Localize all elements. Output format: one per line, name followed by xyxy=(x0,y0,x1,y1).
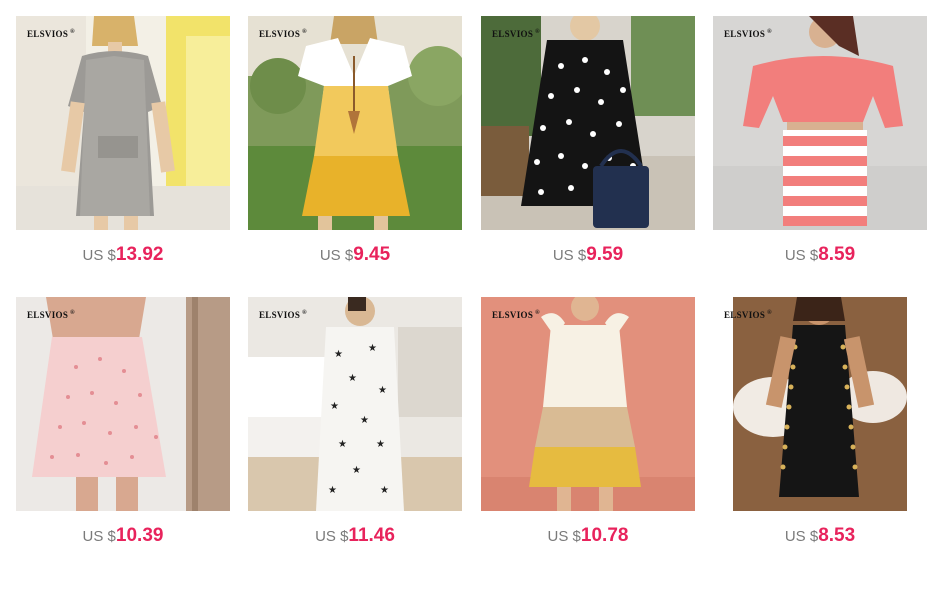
brand-watermark: ELSVIOS ® xyxy=(492,29,540,39)
currency-prefix: US $ xyxy=(315,528,349,545)
svg-text:★: ★ xyxy=(352,465,361,476)
brand-watermark: ELSVIOS ® xyxy=(492,310,540,320)
svg-text:★: ★ xyxy=(330,401,339,412)
svg-text:★: ★ xyxy=(338,439,347,450)
svg-text:★: ★ xyxy=(376,439,385,450)
product-image[interactable]: ELSVIOS ® xyxy=(713,16,927,230)
product-image[interactable]: ELSVIOS ® xyxy=(713,297,927,511)
price-amount: 11.46 xyxy=(348,525,395,546)
svg-text:★: ★ xyxy=(348,373,357,384)
product-image[interactable]: ★ ★ ★ ★ ★ ★ ★ ★ ★ ★ ★ ELSVIOS ® xyxy=(248,297,462,511)
currency-prefix: US $ xyxy=(552,247,587,264)
product-card[interactable]: ELSVIOS ® US $8.59 xyxy=(713,16,927,286)
currency-prefix: US $ xyxy=(82,528,116,545)
product-image[interactable]: ELSVIOS ® xyxy=(16,297,230,511)
product-image[interactable]: ELSVIOS ® xyxy=(481,16,695,230)
svg-text:★: ★ xyxy=(360,415,369,426)
product-card[interactable]: ELSVIOS ® US $9.59 xyxy=(481,16,695,286)
currency-prefix: US $ xyxy=(784,528,819,545)
price-amount: 8.53 xyxy=(818,525,856,546)
product-image[interactable]: ELSVIOS ® xyxy=(248,16,462,230)
product-card[interactable]: ★ ★ ★ ★ ★ ★ ★ ★ ★ ★ ★ ELSVIOS ® US $11.46 xyxy=(248,297,462,567)
product-price: US $8.53 xyxy=(713,525,927,547)
currency-prefix: US $ xyxy=(82,247,116,264)
product-image[interactable]: ELSVIOS ® xyxy=(481,297,695,511)
price-amount: 9.59 xyxy=(586,244,624,265)
product-price: US $9.59 xyxy=(481,244,695,266)
product-card[interactable]: ELSVIOS ® US $9.45 xyxy=(248,16,462,286)
product-card[interactable]: ELSVIOS ® US $8.53 xyxy=(713,297,927,567)
brand-watermark: ELSVIOS ® xyxy=(724,310,772,320)
product-price: US $10.78 xyxy=(481,525,695,547)
brand-watermark: ELSVIOS ® xyxy=(27,29,75,39)
currency-prefix: US $ xyxy=(319,247,354,264)
price-amount: 13.92 xyxy=(115,244,164,265)
product-image[interactable]: ELSVIOS ® xyxy=(16,16,230,230)
svg-text:★: ★ xyxy=(328,485,337,496)
product-price: US $13.92 xyxy=(16,244,230,266)
brand-watermark: ELSVIOS ® xyxy=(259,310,307,320)
product-card[interactable]: ELSVIOS ® US $10.39 xyxy=(16,297,230,567)
product-price: US $10.39 xyxy=(16,525,230,547)
brand-watermark: ELSVIOS ® xyxy=(27,310,75,320)
product-price: US $8.59 xyxy=(713,244,927,266)
price-amount: 10.39 xyxy=(115,525,164,546)
price-amount: 9.45 xyxy=(353,244,391,265)
svg-text:★: ★ xyxy=(380,485,389,496)
currency-prefix: US $ xyxy=(547,528,581,545)
brand-watermark: ELSVIOS ® xyxy=(259,29,307,39)
svg-text:★: ★ xyxy=(334,349,343,360)
brand-watermark: ELSVIOS ® xyxy=(724,29,772,39)
price-amount: 10.78 xyxy=(580,525,629,546)
product-price: US $11.46 xyxy=(248,525,462,547)
product-card[interactable]: ELSVIOS ® US $13.92 xyxy=(16,16,230,286)
product-price: US $9.45 xyxy=(248,244,462,266)
svg-text:★: ★ xyxy=(378,385,387,396)
currency-prefix: US $ xyxy=(784,247,819,264)
product-card[interactable]: ELSVIOS ® US $10.78 xyxy=(481,297,695,567)
price-amount: 8.59 xyxy=(818,244,856,265)
svg-text:★: ★ xyxy=(368,343,377,354)
